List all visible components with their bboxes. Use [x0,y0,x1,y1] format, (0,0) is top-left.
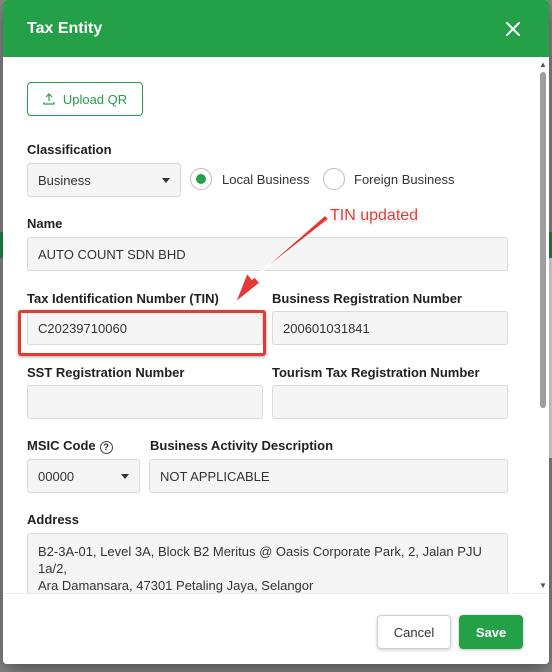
address-textarea[interactable]: B2-3A-01, Level 3A, Block B2 Meritus @ O… [27,533,508,593]
annotation-arrow-icon [233,215,331,306]
radio-local-business[interactable] [190,168,212,190]
dialog-title: Tax Entity [27,19,103,37]
cancel-button[interactable]: Cancel [377,615,451,649]
tourism-field[interactable] [272,385,508,419]
sst-label: SST Registration Number [27,365,185,380]
close-icon[interactable] [501,17,525,41]
upload-qr-button[interactable]: Upload QR [27,82,143,116]
dialog-footer: Cancel Save [3,593,549,664]
upload-qr-label: Upload QR [62,91,128,107]
name-value: AUTO COUNT SDN BHD [38,246,186,262]
address-label: Address [27,512,80,527]
tourism-label: Tourism Tax Registration Number [272,365,480,380]
address-line-1: B2-3A-01, Level 3A, Block B2 Meritus @ O… [38,544,482,576]
msic-label-text: MSIC Code [27,438,96,453]
msic-select[interactable]: 00000 [27,459,140,493]
sst-field[interactable] [27,385,263,419]
classification-select[interactable]: Business [27,163,181,197]
classification-value: Business [38,172,91,188]
address-line-2: Ara Damansara, 47301 Petaling Jaya, Sela… [38,578,314,593]
chevron-down-icon [121,473,129,479]
brn-value: 200601031841 [283,320,370,336]
activity-value: NOT APPLICABLE [160,468,270,484]
help-icon[interactable]: ? [99,441,113,454]
radio-foreign-label: Foreign Business [354,172,455,187]
scroll-up-icon[interactable]: ▲ [539,60,547,69]
tin-highlight-box [18,310,266,356]
name-label: Name [27,216,63,231]
brn-field[interactable]: 200601031841 [272,311,508,345]
activity-field[interactable]: NOT APPLICABLE [149,459,508,493]
radio-foreign-business[interactable] [323,168,345,190]
scroll-down-icon[interactable]: ▼ [539,581,547,590]
scroll-thumb[interactable] [540,72,546,408]
chevron-down-icon [162,177,170,183]
annotation-label: TIN updated [330,207,419,224]
radio-selected-dot [196,174,206,184]
save-button[interactable]: Save [459,615,523,649]
activity-label: Business Activity Description [150,438,334,453]
msic-value: 00000 [38,468,75,484]
upload-icon [43,93,55,105]
tin-label: Tax Identification Number (TIN) [27,291,219,306]
classification-label: Classification [27,142,112,157]
dialog-header: Tax Entity [3,0,549,57]
dialog-scrollbar[interactable]: ▲ ▼ [539,60,547,590]
msic-label: MSIC Code? [27,438,113,454]
radio-local-label: Local Business [222,172,310,187]
